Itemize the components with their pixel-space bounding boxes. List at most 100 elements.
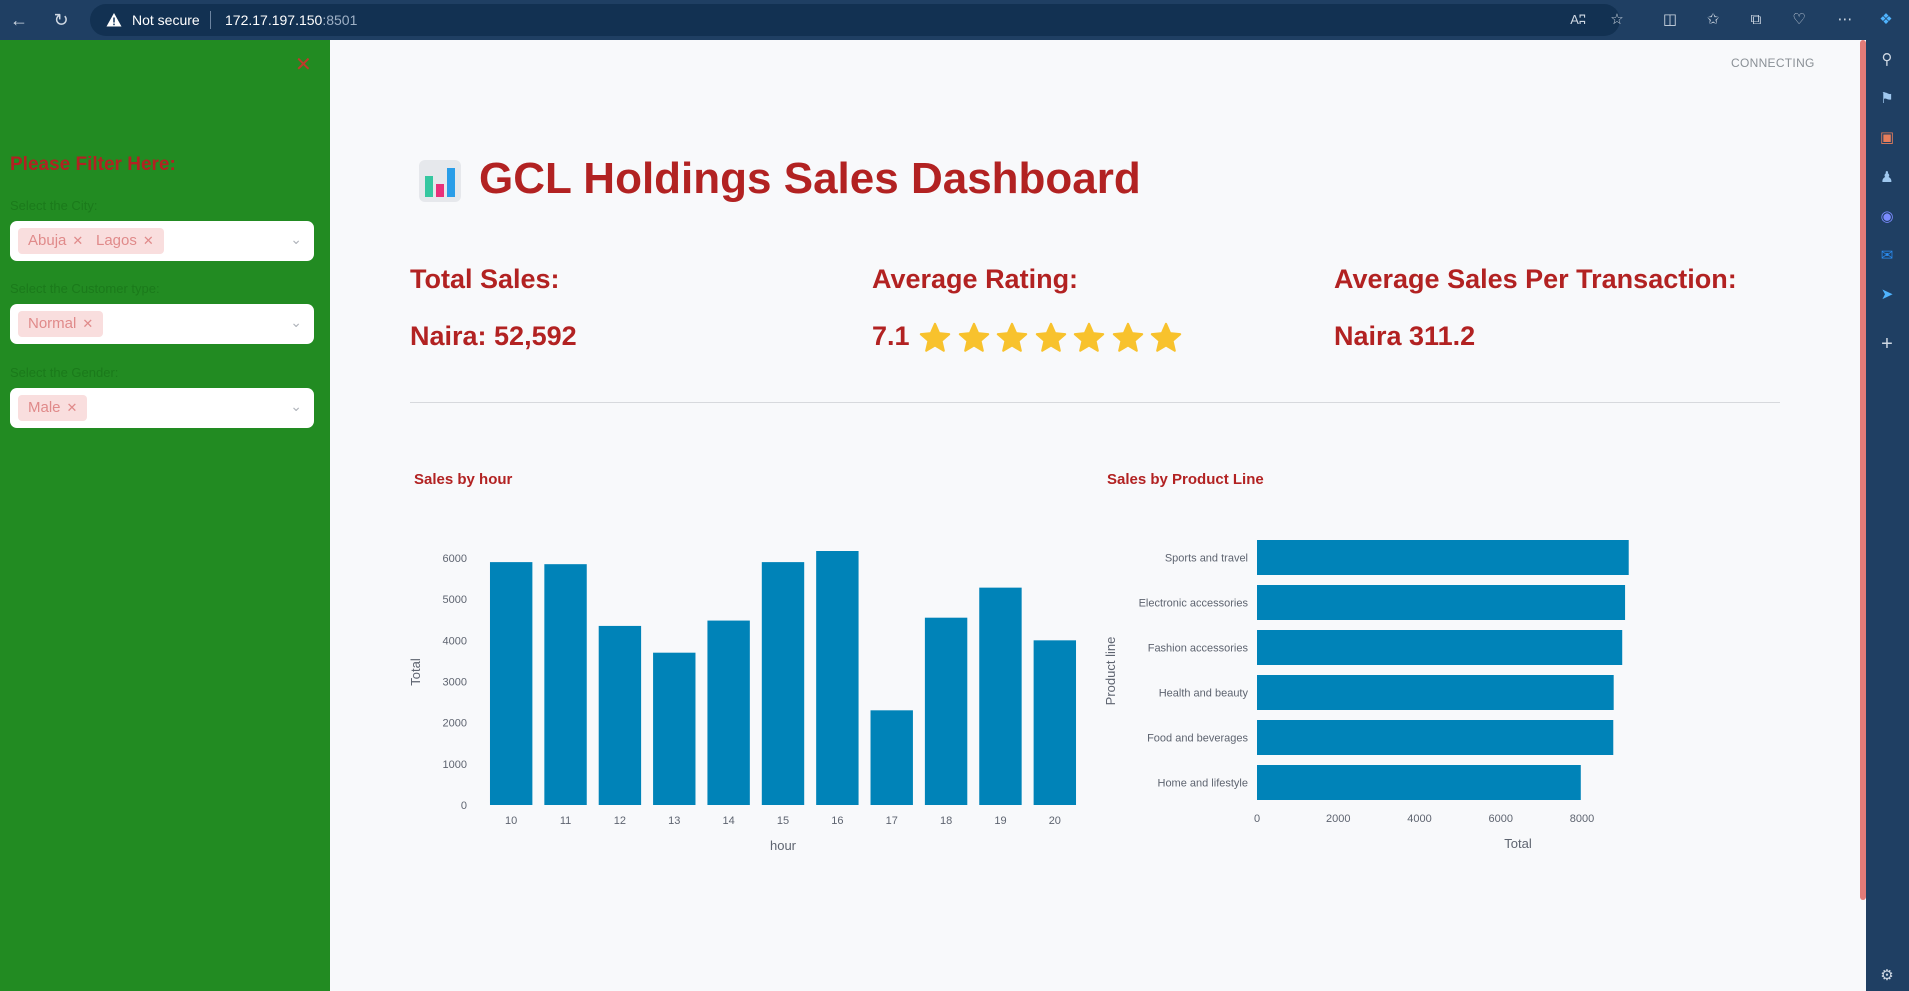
tag-male[interactable]: Male ✕	[18, 395, 88, 421]
security-status[interactable]: Not secure	[132, 12, 200, 28]
total-sales-value: Naira: 52,592	[410, 321, 577, 351]
sales-by-hour-chart[interactable]: 0 1000 2000 3000 4000 5000 6000 10 11 12 13 14 15 16 1…	[400, 500, 1080, 880]
gender-filter-label: Select the Gender:	[10, 365, 119, 380]
star-icon	[1150, 322, 1182, 352]
copilot-sidebar-icon[interactable]: ◉	[1877, 207, 1897, 227]
x-tick-label: 10	[505, 815, 517, 827]
average-rating-label: Average Rating:	[872, 264, 1079, 294]
x-tick-label: 14	[723, 815, 735, 827]
toolbox-icon[interactable]: ▣	[1877, 128, 1897, 148]
search-icon[interactable]: ⚲	[1877, 50, 1897, 70]
back-icon[interactable]: ←	[8, 9, 30, 31]
tag-label: Lagos	[96, 232, 137, 249]
address-separator	[210, 11, 211, 29]
browser-essentials-icon[interactable]: ♡	[1789, 10, 1809, 30]
tag-label: Male	[28, 399, 61, 416]
y-axis-label: Total	[408, 658, 423, 686]
more-options-icon[interactable]: ⋯	[1835, 10, 1855, 30]
y-tick-label: Fashion accessories	[1148, 643, 1249, 655]
settings-gear-icon[interactable]: ⚙	[1877, 966, 1897, 986]
address-bar[interactable]: Not secure 172.17.197.150:8501	[90, 4, 1620, 36]
star-icon	[958, 322, 989, 352]
add-icon[interactable]: +	[1877, 334, 1897, 354]
bar-hour-16[interactable]	[816, 551, 859, 805]
page-title: GCL Holdings Sales Dashboard	[479, 154, 1141, 203]
tag-abuja[interactable]: Abuja ✕	[18, 228, 94, 254]
bar-product-line[interactable]	[1257, 630, 1623, 665]
x-tick-label: 4000	[1407, 813, 1431, 825]
rating-stars	[918, 321, 1188, 355]
city-multiselect[interactable]: Abuja ✕ Lagos ✕ ⌄	[10, 221, 314, 261]
shopping-tag-icon[interactable]: ⚑	[1877, 89, 1897, 109]
filter-title: Please Filter Here:	[10, 154, 176, 175]
y-tick-label: 6000	[443, 553, 467, 565]
total-sales-label: Total Sales:	[410, 264, 560, 294]
y-tick-label: 1000	[443, 759, 467, 771]
bar-product-line[interactable]	[1257, 720, 1614, 755]
sales-by-product-line-title: Sales by Product Line	[1107, 471, 1264, 488]
y-tick-label: 5000	[443, 594, 467, 606]
split-screen-icon[interactable]: ◫	[1660, 10, 1680, 30]
avg-sales-per-transaction-value: Naira 311.2	[1334, 321, 1476, 351]
bar-product-line[interactable]	[1257, 540, 1629, 575]
y-tick-label: Health and beauty	[1159, 688, 1249, 700]
copilot-icon[interactable]: ❖	[1876, 10, 1896, 30]
chevron-down-icon[interactable]: ⌄	[290, 231, 302, 248]
y-tick-label: 4000	[443, 635, 467, 647]
remove-tag-icon[interactable]: ✕	[72, 233, 83, 248]
collections-icon[interactable]: ⧉	[1746, 10, 1766, 30]
star-icon	[919, 322, 951, 352]
bar-hour-20[interactable]	[1033, 640, 1077, 805]
read-aloud-icon[interactable]: Aʭ	[1568, 10, 1588, 30]
url-text: 172.17.197.150:8501	[225, 12, 357, 28]
tag-normal[interactable]: Normal ✕	[18, 311, 104, 337]
remove-tag-icon[interactable]: ✕	[67, 400, 78, 415]
bar-hour-13[interactable]	[653, 652, 696, 805]
chevron-down-icon[interactable]: ⌄	[290, 398, 302, 415]
bar-hour-14[interactable]	[707, 620, 750, 805]
city-filter-label: Select the City:	[10, 198, 98, 213]
x-tick-label: 0	[1254, 813, 1260, 825]
refresh-icon[interactable]: ↻	[50, 9, 72, 31]
customer-type-multiselect[interactable]: Normal ✕ ⌄	[10, 304, 314, 344]
favorites-icon[interactable]: ✩	[1703, 10, 1723, 30]
average-rating-value: 7.1	[872, 321, 910, 351]
sales-by-hour-title: Sales by hour	[414, 471, 513, 488]
x-tick-label: 12	[614, 815, 626, 827]
gender-multiselect[interactable]: Male ✕ ⌄	[10, 388, 314, 428]
bar-hour-11[interactable]	[544, 564, 587, 805]
bar-product-line[interactable]	[1257, 585, 1626, 620]
x-axis-label: hour	[770, 838, 797, 853]
bar-product-line[interactable]	[1257, 765, 1581, 800]
send-icon[interactable]: ➤	[1877, 285, 1897, 305]
sales-by-product-line-chart[interactable]: Sports and travel Electronic accessories F…	[1095, 500, 1775, 880]
bar-hour-15[interactable]	[761, 562, 805, 805]
warning-icon	[106, 13, 122, 27]
remove-tag-icon[interactable]: ✕	[143, 233, 154, 248]
browser-toolbar: ← ↻ Not secure 172.17.197.150:8501 Aʭ ☆ …	[0, 0, 1909, 40]
connection-status: CONNECTING	[1731, 56, 1815, 70]
x-tick-label: 13	[668, 815, 680, 827]
y-tick-label: Sports and travel	[1165, 553, 1248, 565]
bar-hour-18[interactable]	[924, 617, 968, 805]
bar-hour-17[interactable]	[870, 710, 913, 805]
remove-tag-icon[interactable]: ✕	[82, 316, 93, 331]
bar-hour-12[interactable]	[598, 625, 642, 805]
star-icon	[1035, 322, 1066, 352]
y-tick-label: 3000	[443, 677, 467, 689]
avg-sales-per-transaction-label: Average Sales Per Transaction:	[1334, 264, 1737, 294]
bar-hour-19[interactable]	[979, 587, 1022, 805]
games-icon[interactable]: ♟	[1877, 168, 1897, 188]
favorite-star-icon[interactable]: ☆	[1607, 10, 1627, 30]
outlook-icon[interactable]: ✉	[1877, 246, 1897, 266]
star-icon	[1112, 322, 1143, 352]
y-tick-label: Home and lifestyle	[1158, 778, 1249, 790]
url-host: 172.17.197.150	[225, 12, 323, 28]
tag-lagos[interactable]: Lagos ✕	[86, 228, 164, 254]
bar-product-line[interactable]	[1257, 675, 1614, 710]
y-tick-label: Food and beverages	[1147, 733, 1248, 745]
close-icon[interactable]: ✕	[295, 52, 312, 77]
x-tick-label: 20	[1049, 815, 1061, 827]
bar-hour-10[interactable]	[489, 562, 533, 805]
chevron-down-icon[interactable]: ⌄	[290, 314, 302, 331]
